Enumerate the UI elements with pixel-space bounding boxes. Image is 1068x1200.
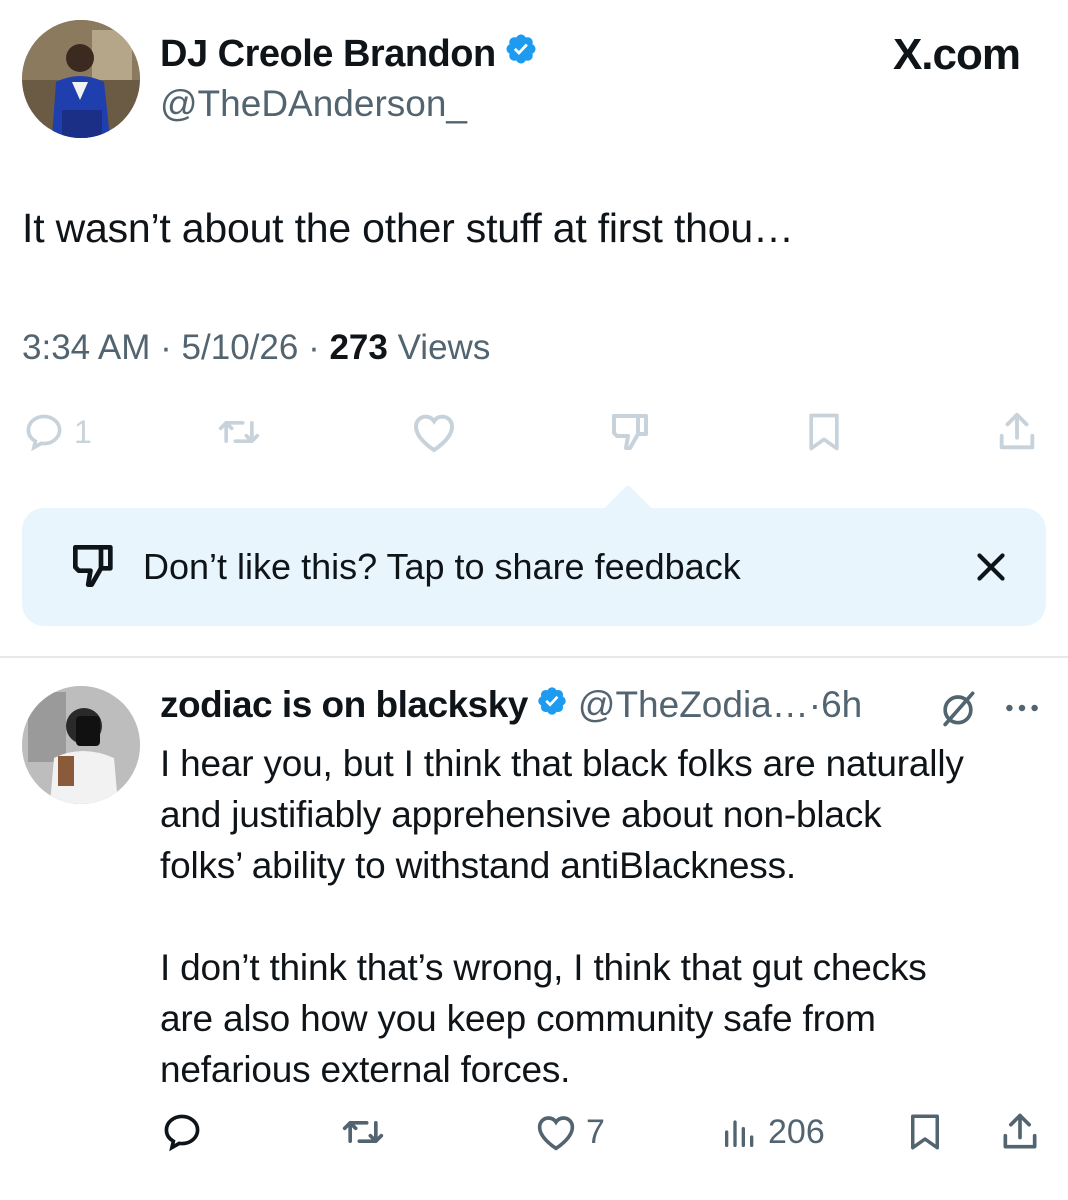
reply-avatar[interactable] (22, 686, 140, 804)
reply-author-handle[interactable]: @TheZodia… (578, 684, 809, 726)
tweet-time[interactable]: 3:34 AM (22, 328, 150, 367)
author-avatar[interactable] (22, 20, 140, 138)
tweet-meta: 3:34 AM · 5/10/26 · 273 Views (22, 328, 490, 368)
views-count: 273 (329, 328, 388, 367)
reply-paragraph: I don’t think that’s wrong, I think that… (160, 947, 927, 1090)
reply-icon (164, 1114, 200, 1152)
author-name-text: DJ Creole Brandon (160, 32, 496, 75)
like-icon (413, 414, 455, 453)
views-icon (725, 1120, 754, 1147)
share-button[interactable] (998, 1100, 1042, 1164)
reply-action-bar: 7 206 (160, 1100, 1050, 1164)
reply-text: I hear you, but I think that black folks… (160, 738, 1060, 1095)
reply-author-name[interactable]: zodiac is on blacksky (160, 684, 528, 726)
dislike-icon (612, 414, 648, 450)
reply-time[interactable]: 6h (821, 684, 862, 726)
feedback-text[interactable]: Don’t like this? Tap to share feedback (143, 546, 741, 588)
author-handle[interactable]: @TheDAnderson_ (160, 83, 467, 125)
bookmark-button[interactable] (904, 1100, 946, 1164)
x-brand-logo: X.com (892, 30, 1021, 79)
like-button[interactable] (410, 400, 458, 464)
like-count: 7 (586, 1112, 605, 1151)
retweet-icon (342, 1121, 384, 1143)
like-button[interactable]: 7 (534, 1100, 605, 1164)
reply-count: 1 (74, 413, 92, 450)
more-icon[interactable] (1000, 690, 1044, 726)
reply-header: zodiac is on blacksky @TheZodia… · 6h (160, 684, 862, 726)
meta-separator: · (160, 328, 182, 367)
reply-paragraph: I hear you, but I think that black folks… (160, 743, 964, 886)
retweet-button[interactable] (214, 400, 264, 464)
view-count: 206 (768, 1112, 825, 1151)
views-label: Views (397, 328, 491, 367)
retweet-button[interactable] (338, 1100, 388, 1164)
like-icon (537, 1116, 575, 1151)
views-button[interactable]: 206 (720, 1100, 825, 1164)
meta-separator: · (308, 328, 330, 367)
tweet-action-bar: 1 (22, 400, 1052, 464)
close-icon[interactable] (968, 544, 1014, 590)
grok-icon[interactable] (936, 686, 980, 730)
share-button[interactable] (994, 400, 1040, 464)
bookmark-icon (809, 413, 839, 451)
reply-time-separator: · (808, 684, 822, 725)
share-icon (999, 412, 1035, 450)
author-name[interactable]: DJ Creole Brandon (160, 32, 538, 76)
tweet-text: It wasn’t about the other stuff at first… (22, 205, 794, 251)
dislike-button[interactable] (606, 400, 654, 464)
divider (0, 656, 1068, 658)
reply-button[interactable]: 1 (22, 400, 92, 464)
share-icon (1003, 1113, 1037, 1149)
retweet-icon (218, 421, 260, 443)
bookmark-button[interactable] (802, 400, 846, 464)
tweet-date[interactable]: 5/10/26 (182, 328, 299, 367)
verified-badge-icon (536, 684, 568, 726)
reply-icon (26, 414, 62, 452)
verified-badge-icon (504, 32, 538, 76)
reply-button[interactable] (160, 1100, 204, 1164)
dislike-icon (66, 538, 122, 594)
bookmark-icon (911, 1114, 939, 1150)
